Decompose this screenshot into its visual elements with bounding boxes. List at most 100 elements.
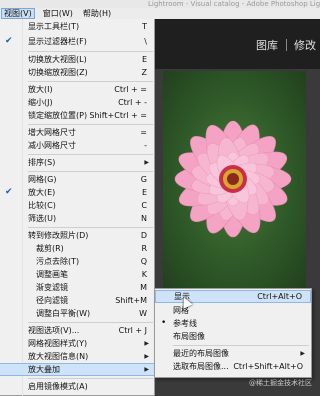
submenu-item-recent-layout-images[interactable]: 最近的布局图像 ▶ (155, 347, 311, 360)
submenu-arrow-icon: ▶ (144, 340, 149, 347)
menu-item-lock-zoom[interactable]: 锁定缩放位置(P) Shift+Ctrl + = (0, 109, 155, 122)
menu-view[interactable]: 视图(V) (1, 8, 35, 19)
submenu-item-layout-image[interactable]: 布局图像 (155, 330, 311, 343)
menu-item-shortcut: = (140, 128, 147, 137)
menu-item-toggle-loupe[interactable]: 切换放大视图(L) E (0, 53, 155, 66)
menu-item-go-to-develop[interactable]: 转到修改照片(D) D (0, 229, 155, 242)
menu-item-label: 调整白平衡(W) (36, 309, 91, 318)
menu-item-loupe[interactable]: ✔ 放大(E) E (0, 186, 155, 199)
menu-item-label: 放大叠加 (28, 365, 60, 374)
menu-item-label: 裁剪(R) (36, 244, 64, 253)
menu-item-label: 选取布局图像... (173, 362, 229, 371)
module-picker: 图库 修改 (155, 19, 320, 69)
menu-item-shortcut: Shift+Ctrl + = (89, 111, 147, 120)
menu-item-shortcut: Ctrl + = (114, 85, 147, 94)
submenu-arrow-icon: ▶ (144, 366, 149, 373)
submenu-arrow-icon: ▶ (144, 353, 149, 360)
menu-item-sort[interactable]: 排序(S) ▶ (0, 156, 155, 169)
menu-item-graduated-filter[interactable]: 渐变滤镜 M (0, 281, 155, 294)
menu-item-shortcut: N (141, 214, 147, 223)
submenu-item-show[interactable]: 显示 Ctrl+Alt+O (155, 290, 311, 303)
menu-item-shortcut: Ctrl + - (118, 98, 147, 107)
menu-item-shortcut: E (141, 55, 147, 64)
flower-photo (163, 71, 306, 288)
menu-item-crop[interactable]: 裁剪(R) R (0, 242, 155, 255)
menu-item-shortcut: T (142, 22, 147, 31)
menu-item-grid-view-style[interactable]: 网格视图样式(Y) ▶ (0, 337, 155, 350)
menu-item-shortcut: Ctrl + J (118, 326, 147, 335)
menu-item-label: 径向滤镜 (36, 296, 68, 305)
menu-item-shortcut: W (139, 309, 147, 318)
menu-separator (28, 154, 153, 155)
submenu-item-grid[interactable]: 网格 (155, 304, 311, 317)
menu-item-label: 放大(E) (28, 188, 56, 197)
menu-item-grid[interactable]: 网格(G) G (0, 173, 155, 186)
menu-item-shortcut: \ (144, 37, 147, 46)
menu-item-label: 放大视图信息(N) (28, 352, 89, 361)
menu-item-decrease-grid[interactable]: 减小网格尺寸 - (0, 139, 155, 152)
menu-item-show-toolbar[interactable]: 显示工具栏(T) T (0, 20, 155, 33)
menu-window[interactable]: 窗口(W) (41, 8, 75, 19)
menu-bar: 视图(V) 窗口(W) 帮助(H) (0, 8, 320, 19)
menu-item-shortcut: Ctrl+Alt+O (257, 292, 302, 301)
menu-item-shortcut: Shift+M (115, 296, 147, 305)
menu-item-survey[interactable]: 筛选(U) N (0, 212, 155, 225)
watermark: @稀土掘金技术社区 (249, 379, 312, 387)
module-develop[interactable]: 修改 (294, 37, 316, 53)
menu-item-label: 网格(G) (28, 175, 57, 184)
menu-item-zoom-in[interactable]: 放大(I) Ctrl + = (0, 83, 155, 96)
window-title: Lightroom - Visual catalog - Adobe Photo… (0, 0, 320, 8)
menu-item-label: 切换放大视图(L) (28, 55, 87, 64)
menu-item-compare[interactable]: 比较(C) C (0, 199, 155, 212)
menu-item-view-options[interactable]: 视图选项(V)... Ctrl + J (0, 324, 155, 337)
menu-item-loupe-overlay[interactable]: 放大叠加 ▶ (0, 363, 155, 376)
menu-separator (28, 322, 153, 323)
menu-item-white-balance[interactable]: 调整白平衡(W) W (0, 307, 155, 320)
menu-item-label: 减小网格尺寸 (28, 141, 76, 150)
menu-item-label: 参考线 (173, 319, 197, 328)
menu-item-label: 增大网格尺寸 (28, 128, 76, 137)
menu-item-adjustment-brush[interactable]: 调整画笔 K (0, 268, 155, 281)
menu-item-label: 筛选(U) (28, 214, 57, 223)
submenu-item-choose-layout-image[interactable]: 选取布局图像... Ctrl+Shift+Alt+O (155, 360, 311, 373)
menu-item-shortcut: Z (141, 68, 147, 77)
menu-item-radial-filter[interactable]: 径向滤镜 Shift+M (0, 294, 155, 307)
menu-separator (28, 227, 153, 228)
menu-separator (28, 171, 153, 172)
menu-item-label: 布局图像 (173, 332, 205, 341)
menu-separator (28, 81, 153, 82)
menu-item-label: 锁定缩放位置(P) (28, 111, 88, 120)
menu-item-label: 放大(I) (28, 85, 53, 94)
menu-item-shortcut: D (140, 231, 147, 240)
module-library[interactable]: 图库 (256, 37, 278, 53)
menu-item-label: 视图选项(V)... (28, 326, 80, 335)
module-divider (286, 39, 287, 51)
menu-item-shortcut: G (140, 175, 147, 184)
menu-item-shortcut: R (141, 244, 147, 253)
menu-item-label: 调整画笔 (36, 270, 68, 279)
menu-item-show-filter-bar[interactable]: ✔ 显示过滤器栏(F) \ (0, 35, 155, 48)
menu-separator (28, 124, 153, 125)
submenu-arrow-icon: ▶ (144, 159, 149, 166)
checkmark-icon: ✔ (5, 187, 13, 197)
menu-item-label: 缩小(J) (28, 98, 53, 107)
menu-item-label: 排序(S) (28, 158, 56, 167)
menu-item-label: 切换缩放视图(Z) (28, 68, 88, 77)
menu-item-label: 网格视图样式(Y) (28, 339, 88, 348)
menu-item-label: 启用镜像模式(A) (28, 382, 88, 391)
menu-item-loupe-info[interactable]: 放大视图信息(N) ▶ (0, 350, 155, 363)
menu-separator (28, 51, 153, 52)
menu-item-spot-removal[interactable]: 污点去除(T) Q (0, 255, 155, 268)
menu-item-zoom-out[interactable]: 缩小(J) Ctrl + - (0, 96, 155, 109)
menu-item-mirror-mode[interactable]: 启用镜像模式(A) (0, 380, 155, 393)
menu-item-toggle-zoom[interactable]: 切换缩放视图(Z) Z (0, 66, 155, 79)
menu-item-shortcut: - (144, 141, 147, 150)
menu-item-shortcut: M (140, 283, 147, 292)
menu-help[interactable]: 帮助(H) (81, 8, 113, 19)
menu-item-shortcut: K (141, 270, 147, 279)
menu-item-increase-grid[interactable]: 增大网格尺寸 = (0, 126, 155, 139)
submenu-item-guides[interactable]: • 参考线 (155, 317, 311, 330)
view-menu-dropdown: 显示工具栏(T) T ✔ 显示过滤器栏(F) \ 切换放大视图(L) E 切换缩… (0, 19, 155, 396)
menu-item-shortcut: Q (140, 257, 147, 266)
loupe-overlay-submenu: 显示 Ctrl+Alt+O 网格 • 参考线 布局图像 最近的布局图像 ▶ 选取… (154, 288, 312, 378)
